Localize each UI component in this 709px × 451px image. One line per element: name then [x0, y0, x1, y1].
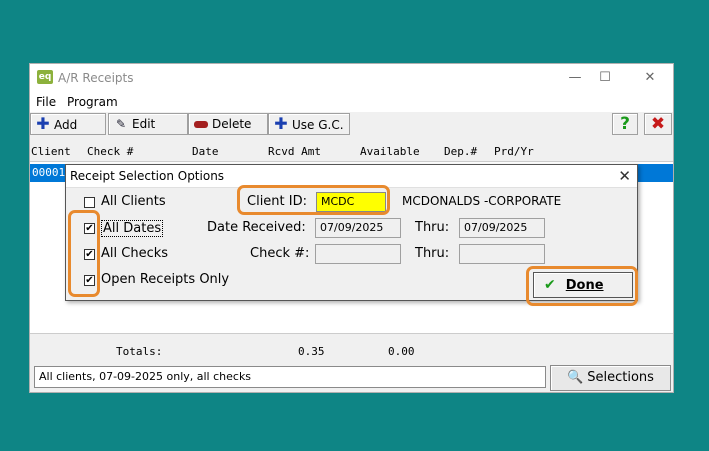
plus-icon: ✚: [274, 114, 288, 133]
client-name: MCDONALDS -CORPORATE: [402, 194, 562, 208]
status-text: All clients, 07-09-2025 only, all checks: [34, 366, 546, 388]
thru-date-input[interactable]: 07/09/2025: [459, 218, 545, 238]
col-available: Available: [360, 145, 420, 158]
toolbar: ✚ Add ✎ Edit Delete ✚ Use G.C. ? ✖: [30, 112, 673, 138]
check-number-label: Check #:: [250, 246, 310, 261]
window-title: A/R Receipts: [58, 71, 134, 85]
title-bar: eq A/R Receipts — ☐ ✕: [30, 64, 673, 92]
checkbox-highlight: [68, 210, 100, 297]
col-rcvd-amt: Rcvd Amt: [268, 145, 321, 158]
add-button[interactable]: ✚ Add: [30, 113, 106, 135]
dialog-title: Receipt Selection Options: [70, 169, 225, 183]
column-headers: Client Check # Date Rcvd Amt Available D…: [30, 143, 673, 161]
app-icon: eq: [37, 70, 53, 84]
menu-file[interactable]: File: [36, 95, 56, 109]
thru-check-label: Thru:: [415, 246, 450, 261]
menu-program[interactable]: Program: [67, 95, 118, 109]
done-highlight: [526, 266, 638, 306]
use-gc-button[interactable]: ✚ Use G.C.: [268, 113, 350, 135]
pencil-icon: ✎: [115, 117, 127, 131]
delete-button[interactable]: Delete: [188, 113, 268, 135]
thru-date-label: Thru:: [415, 220, 450, 235]
dialog-close-button[interactable]: ✕: [618, 167, 631, 185]
open-receipts-label: Open Receipts Only: [101, 272, 230, 287]
thru-check-input[interactable]: [459, 244, 545, 264]
col-dep: Dep.#: [444, 145, 478, 158]
menu-bar: File Program: [30, 92, 673, 112]
all-clients-label: All Clients: [101, 194, 166, 209]
magnifier-icon: 🔍: [567, 370, 584, 385]
selections-button[interactable]: 🔍 Selections: [550, 365, 671, 391]
minimize-button[interactable]: —: [560, 68, 590, 88]
eraser-icon: [193, 114, 209, 134]
close-button[interactable]: ✕: [635, 68, 665, 88]
all-clients-checkbox[interactable]: [84, 197, 95, 208]
totals-label: Totals:: [116, 345, 163, 358]
col-check: Check #: [87, 145, 134, 158]
help-icon[interactable]: ?: [612, 113, 638, 135]
client-id-highlight: [237, 185, 390, 215]
date-received-input[interactable]: 07/09/2025: [315, 218, 401, 238]
row-client: 00001: [32, 166, 66, 179]
date-received-label: Date Received:: [207, 220, 306, 235]
totals-rcvd: 0.35: [298, 345, 325, 358]
check-number-input[interactable]: [315, 244, 401, 264]
col-prd-yr: Prd/Yr: [494, 145, 534, 158]
all-checks-label: All Checks: [101, 246, 169, 261]
col-client: Client: [31, 145, 71, 158]
col-date: Date: [192, 145, 219, 158]
edit-button[interactable]: ✎ Edit: [108, 113, 188, 135]
all-dates-label: All Dates: [101, 220, 164, 237]
totals-available: 0.00: [388, 345, 415, 358]
exit-icon[interactable]: ✖: [644, 113, 672, 135]
plus-icon: ✚: [36, 114, 50, 133]
maximize-button[interactable]: ☐: [590, 68, 620, 88]
